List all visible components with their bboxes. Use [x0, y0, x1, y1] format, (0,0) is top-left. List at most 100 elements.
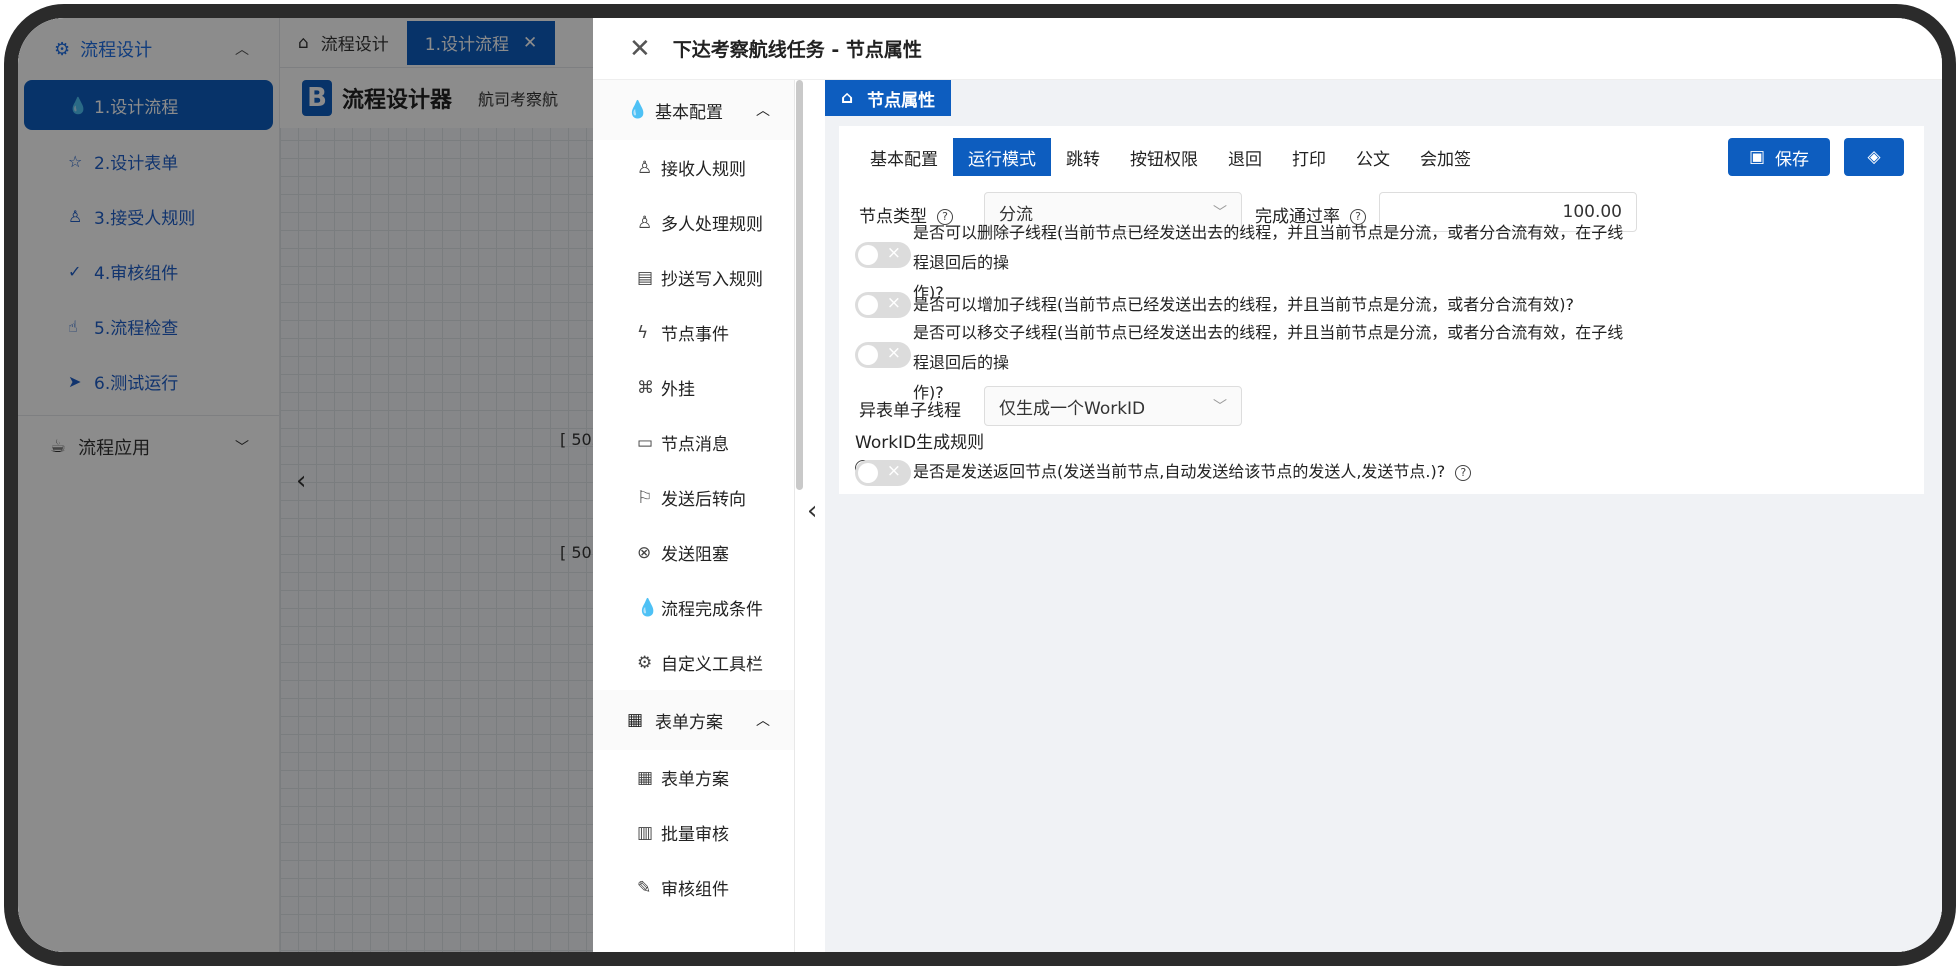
tab-label: 公文: [1356, 149, 1390, 170]
gear-icon: ⚙: [637, 652, 653, 673]
drawer-nav: 💧 基本配置 ︿ ♙ 接收人规则 ♙ 多人处理规则 ▤ 抄送写入规则 ϟ 节点事件 ⌘ 外挂 …: [593, 80, 795, 952]
nav-section-basic[interactable]: 💧 基本配置 ︿: [593, 80, 794, 140]
nav-item-label: 批量审核: [661, 825, 729, 845]
signpost-icon: ⚐: [637, 487, 653, 508]
nav-item-complete-condition[interactable]: 💧 流程完成条件: [593, 580, 794, 635]
return-node-toggle[interactable]: ×: [855, 460, 911, 486]
drawer-title: 下达考察航线任务 - 节点属性: [672, 39, 922, 61]
nav-item-label: 节点消息: [661, 435, 729, 455]
add-subthread-toggle[interactable]: ×: [855, 292, 911, 318]
nav-item-plugin[interactable]: ⌘ 外挂: [593, 360, 794, 415]
save-label: 保存: [1775, 149, 1810, 170]
document-icon: ▥: [637, 822, 654, 843]
device-frame: ⚙ 流程设计 ︿ 💧 1.设计流程 ☆ 2.设计表单 ♙ 3.接受人规则 ✓ 4.审核组件 …: [4, 4, 1956, 966]
workid-rule-label: WorkID生成规则: [855, 433, 985, 453]
tab-bar: 基本配置 运行模式 跳转 按钮权限 退回 打印 公文 会加签: [855, 138, 1486, 176]
nav-item-label: 表单方案: [661, 770, 729, 790]
nav-item-label: 发送后转向: [661, 490, 746, 510]
grid-icon: ▦: [637, 767, 654, 788]
close-icon: ×: [886, 293, 901, 313]
chevron-up-icon: ︿: [756, 713, 770, 729]
nav-item-custom-toolbar[interactable]: ⚙ 自定义工具栏: [593, 635, 794, 690]
close-icon: ×: [886, 343, 901, 363]
book-icon: ▤: [637, 267, 654, 288]
tab-label: 运行模式: [968, 149, 1036, 170]
nav-item-label: 抄送写入规则: [661, 270, 763, 290]
close-icon: ×: [886, 243, 901, 263]
add-subthread-text: 是否可以增加子线程(当前节点已经发送出去的线程，并且当前节点是分流，或者分合流有…: [913, 295, 1574, 314]
users-icon: ♙: [637, 212, 653, 233]
nav-item-label: 发送阻塞: [661, 545, 729, 565]
tab-print[interactable]: 打印: [1277, 138, 1341, 176]
message-icon: ▭: [637, 432, 654, 453]
return-node-text: 是否是发送返回节点(发送当前节点,自动发送给该节点的发送人,发送节点.)??: [913, 457, 1472, 487]
tab-label: 基本配置: [870, 149, 938, 170]
nav-item-label: 外挂: [661, 380, 695, 400]
edit-icon: ✎: [637, 877, 652, 898]
nav-item-label: 多人处理规则: [661, 215, 763, 235]
save-button[interactable]: ▣ 保存: [1728, 138, 1830, 176]
nav-item-send-block[interactable]: ⊗ 发送阻塞: [593, 525, 794, 580]
nav-item-batch-review[interactable]: ▥ 批量审核: [593, 805, 794, 860]
drawer-header: ✕ 下达考察航线任务 - 节点属性: [593, 18, 1942, 80]
content-panel: ⌂ 节点属性 基本配置 运行模式 跳转 按钮权限 退回 打印 公文 会加签 ▣ 保存…: [825, 80, 1942, 952]
tab-run-mode[interactable]: 运行模式: [953, 138, 1051, 176]
option-text: 是否可以删除子线程(当前节点已经发送出去的线程，并且当前节点是分流，或者分合流有…: [913, 223, 1624, 272]
nav-item-multi-handle[interactable]: ♙ 多人处理规则: [593, 195, 794, 250]
nav-item-after-send[interactable]: ⚐ 发送后转向: [593, 470, 794, 525]
close-circle-icon: ⊗: [637, 542, 652, 563]
screen: ⚙ 流程设计 ︿ 💧 1.设计流程 ☆ 2.设计表单 ♙ 3.接受人规则 ✓ 4.审核组件 …: [18, 18, 1942, 952]
tab-return[interactable]: 退回: [1213, 138, 1277, 176]
properties-card: 基本配置 运行模式 跳转 按钮权限 退回 打印 公文 会加签 ▣ 保存 ◈ 节点类…: [839, 126, 1924, 494]
option-text: 是否可以移交子线程(当前节点已经发送出去的线程，并且当前节点是分流，或者分合流有…: [913, 323, 1624, 372]
help-icon[interactable]: ?: [1455, 464, 1472, 481]
plugin-icon: ⌘: [637, 377, 654, 398]
tab-countersign[interactable]: 会加签: [1405, 138, 1486, 176]
close-icon: ×: [886, 461, 901, 481]
drop-icon: 💧: [627, 100, 649, 120]
chevron-up-icon: ︿: [756, 103, 770, 119]
nav-item-label: 节点事件: [661, 325, 729, 345]
breadcrumb[interactable]: ⌂ 节点属性: [825, 80, 952, 116]
tab-label: 跳转: [1066, 149, 1100, 170]
tab-label: 退回: [1228, 149, 1262, 170]
nav-section-label: 表单方案: [655, 712, 723, 733]
nav-item-label: 审核组件: [661, 880, 729, 900]
option-text: 是否是发送返回节点(发送当前节点,自动发送给该节点的发送人,发送节点.)?: [913, 462, 1446, 481]
tab-label: 会加签: [1420, 149, 1471, 170]
nav-scrollbar[interactable]: [796, 80, 803, 490]
nav-item-label: 自定义工具栏: [661, 655, 763, 675]
nav-item-receiver-rule[interactable]: ♙ 接收人规则: [593, 140, 794, 195]
layers-button[interactable]: ◈: [1844, 138, 1904, 176]
home-icon: ⌂: [841, 88, 854, 108]
node-properties-drawer: ✕ 下达考察航线任务 - 节点属性 💧 基本配置 ︿ ♙ 接收人规则 ♙ 多人处理规则 ▤…: [593, 18, 1942, 952]
tab-button-permission[interactable]: 按钮权限: [1115, 138, 1213, 176]
nav-item-node-event[interactable]: ϟ 节点事件: [593, 305, 794, 360]
nav-item-form-scheme[interactable]: ▦ 表单方案: [593, 750, 794, 805]
grid-icon: ▦: [627, 710, 644, 730]
tab-label: 打印: [1292, 149, 1326, 170]
user-icon: ♙: [637, 157, 653, 178]
nav-item-review-component[interactable]: ✎ 审核组件: [593, 860, 794, 915]
sub-form-label: 异表单子线程: [859, 401, 961, 421]
transfer-subthread-toggle[interactable]: ×: [855, 342, 911, 368]
chevron-down-icon: ﹀: [1213, 399, 1227, 415]
tab-label: 按钮权限: [1130, 149, 1198, 170]
close-icon[interactable]: ✕: [629, 34, 651, 64]
nav-section-form[interactable]: ▦ 表单方案 ︿: [593, 690, 794, 750]
nav-item-cc-rule[interactable]: ▤ 抄送写入规则: [593, 250, 794, 305]
tab-jump[interactable]: 跳转: [1051, 138, 1115, 176]
nav-item-label: 接收人规则: [661, 160, 746, 180]
nav-item-label: 流程完成条件: [661, 600, 763, 620]
tab-basic[interactable]: 基本配置: [855, 138, 953, 176]
layers-icon: ◈: [1867, 147, 1881, 167]
select-value: 仅生成一个WorkID: [999, 398, 1146, 419]
delete-subthread-toggle[interactable]: ×: [855, 242, 911, 268]
drop-icon: 💧: [637, 597, 659, 618]
sub-form-select[interactable]: 仅生成一个WorkID ﹀: [984, 386, 1242, 426]
tab-document[interactable]: 公文: [1341, 138, 1405, 176]
lightning-icon: ϟ: [637, 322, 649, 343]
save-icon: ▣: [1748, 147, 1766, 167]
chevron-left-icon[interactable]: ‹: [807, 496, 817, 526]
nav-item-node-message[interactable]: ▭ 节点消息: [593, 415, 794, 470]
